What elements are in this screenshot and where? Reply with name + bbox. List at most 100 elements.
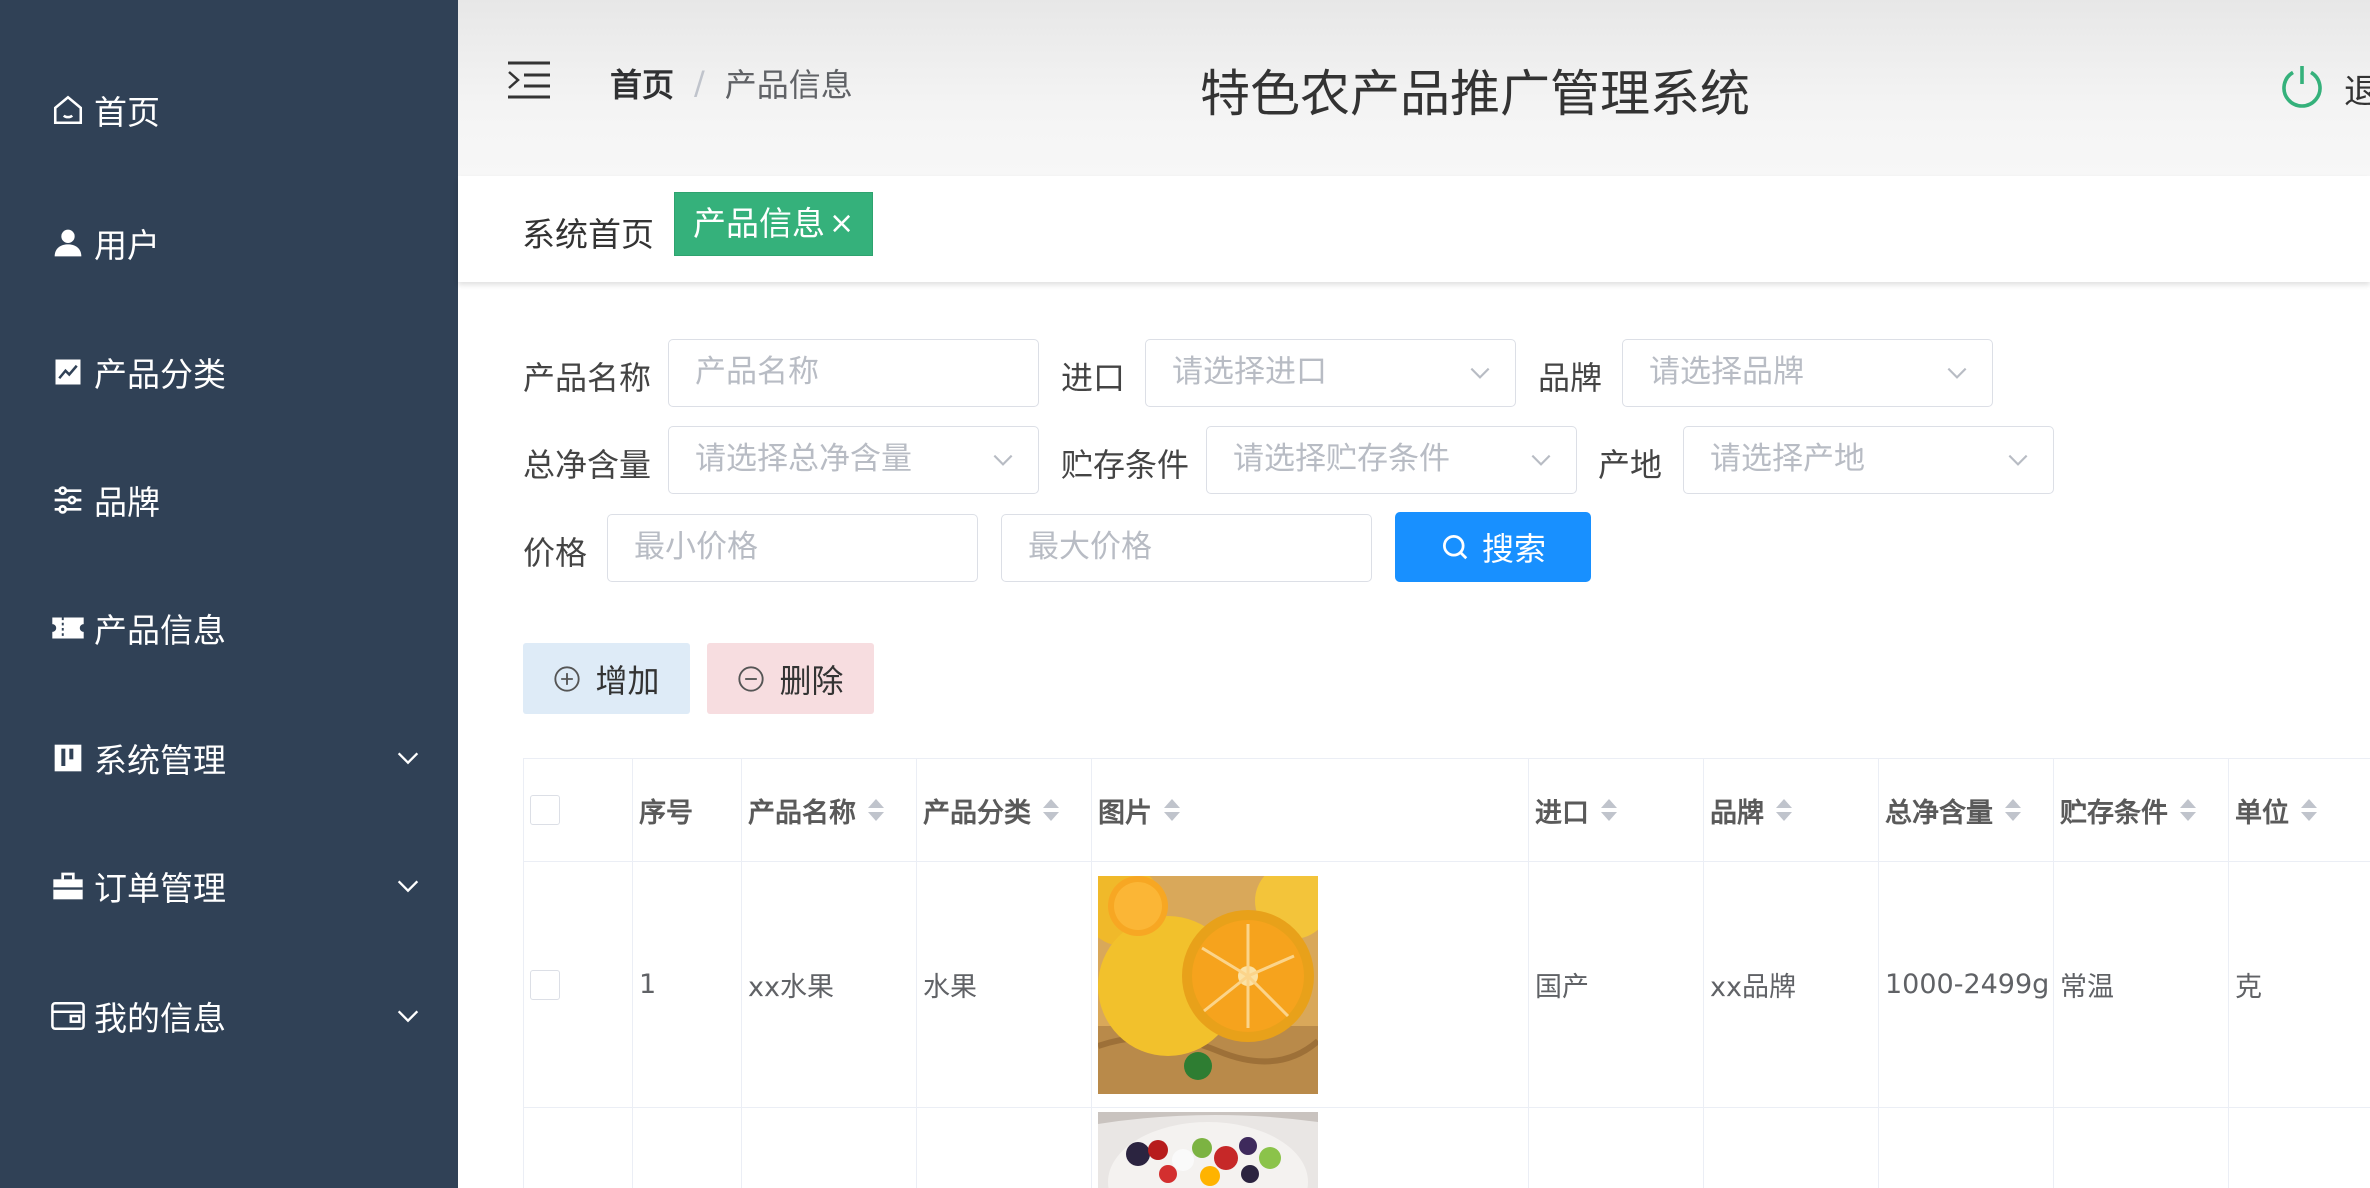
column-header-label: 产品名称: [748, 797, 856, 829]
power-icon[interactable]: [2278, 62, 2326, 110]
sort-icon[interactable]: [2005, 799, 2021, 821]
chevron-down-icon: [397, 880, 419, 893]
minus-circle-icon: [738, 665, 765, 692]
sidebar: 首页 用户 产品分类 品牌 产品信息 系统管理 订单管理 我的信息: [0, 0, 458, 1188]
sort-icon[interactable]: [1043, 799, 1059, 821]
breadcrumb-current: 产品信息: [724, 66, 853, 104]
sidebar-item-brand[interactable]: 品牌: [0, 470, 458, 530]
search-icon: [1442, 535, 1468, 560]
user-icon: [50, 225, 86, 261]
breadcrumb: 首页 / 产品信息: [610, 60, 853, 106]
column-header-net-content[interactable]: 总净含量: [1879, 759, 2054, 861]
column-header-label: 贮存条件: [2060, 797, 2168, 829]
delete-button[interactable]: 删除: [707, 643, 874, 714]
plus-circle-icon: [554, 665, 581, 692]
sidebar-item-label: 我的信息: [94, 999, 226, 1038]
placeholder-text: 请选择品牌: [1649, 354, 1804, 390]
product-table: 序号 产品名称 产品分类 图片 进口 品牌 总净含量 贮存条件 单位 1 xx水…: [523, 758, 2370, 1188]
column-header-import[interactable]: 进口: [1529, 759, 1704, 861]
sidebar-item-my-info[interactable]: 我的信息: [0, 986, 458, 1046]
sliders-icon: [50, 482, 86, 518]
add-button[interactable]: 增加: [523, 643, 690, 714]
sidebar-item-label: 品牌: [94, 483, 160, 522]
chevron-down-icon: [993, 454, 1013, 466]
cell-brand: xx品牌: [1704, 862, 1879, 1107]
cell-import: 国产: [1529, 862, 1704, 1107]
column-header-label: 品牌: [1710, 797, 1764, 829]
sidebar-item-users[interactable]: 用户: [0, 213, 458, 273]
storage-select[interactable]: 请选择贮存条件: [1206, 426, 1577, 494]
table-row[interactable]: 1 xx水果 水果 国产 xx品牌 1000-2499g 常温 克: [524, 862, 2370, 1108]
chevron-down-icon: [1470, 367, 1490, 379]
row-select-cell: [524, 1108, 633, 1188]
net-content-select[interactable]: 请选择总净含量: [668, 426, 1039, 494]
sort-icon[interactable]: [868, 799, 884, 821]
table-row[interactable]: [524, 1108, 2370, 1188]
max-price-input[interactable]: 最大价格: [1001, 514, 1372, 582]
breadcrumb-home[interactable]: 首页: [610, 60, 674, 106]
column-header-image[interactable]: 图片: [1092, 759, 1529, 861]
home-icon: [50, 92, 86, 128]
column-header-label: 图片: [1098, 797, 1152, 829]
search-button[interactable]: 搜索: [1395, 512, 1591, 582]
product-image[interactable]: [1098, 875, 1318, 1094]
logout-button[interactable]: 退: [2344, 64, 2370, 113]
sidebar-item-system-management[interactable]: 系统管理: [0, 728, 458, 788]
wallet-icon: [50, 998, 86, 1034]
cell-import: [1529, 1108, 1704, 1188]
tags-bar: 系统首页 产品信息 ×: [458, 176, 2370, 282]
cell-unit: [2229, 1108, 2370, 1188]
product-name-label: 产品名称: [523, 359, 652, 397]
brand-select[interactable]: 请选择品牌: [1622, 339, 1993, 407]
chevron-down-icon: [397, 1010, 419, 1023]
sidebar-item-home[interactable]: 首页: [0, 80, 458, 140]
column-header-label: 单位: [2235, 797, 2289, 829]
sort-icon[interactable]: [2180, 799, 2196, 821]
sidebar-item-product-info[interactable]: 产品信息: [0, 598, 458, 658]
page-title: 特色农产品推广管理系统: [1200, 65, 1750, 123]
column-header-storage[interactable]: 贮存条件: [2054, 759, 2229, 861]
price-label: 价格: [523, 534, 588, 572]
product-name-input[interactable]: 产品名称: [668, 339, 1039, 407]
column-header-index: 序号: [633, 759, 742, 861]
sidebar-item-label: 首页: [94, 93, 160, 132]
table-header-row: 序号 产品名称 产品分类 图片 进口 品牌 总净含量 贮存条件 单位: [524, 759, 2370, 862]
briefcase-icon: [50, 868, 86, 904]
column-header-unit[interactable]: 单位: [2229, 759, 2370, 861]
sort-icon[interactable]: [1164, 799, 1180, 821]
menu-toggle-icon[interactable]: [506, 60, 552, 100]
import-select[interactable]: 请选择进口: [1145, 339, 1516, 407]
tag-label: 产品信息: [693, 204, 825, 243]
min-price-input[interactable]: 最小价格: [607, 514, 978, 582]
origin-select[interactable]: 请选择产地: [1683, 426, 2054, 494]
sort-icon[interactable]: [2301, 799, 2317, 821]
close-icon[interactable]: ×: [829, 192, 854, 256]
product-image[interactable]: [1098, 1112, 1318, 1188]
tag-product-info[interactable]: 产品信息 ×: [674, 192, 874, 256]
cell-image: [1092, 862, 1529, 1107]
chevron-down-icon: [1531, 454, 1551, 466]
placeholder-text: 请选择总净含量: [695, 441, 912, 477]
select-all-checkbox[interactable]: [530, 795, 560, 825]
cell-name: [742, 1108, 917, 1188]
column-header-category[interactable]: 产品分类: [917, 759, 1092, 861]
tag-system-home[interactable]: 系统首页: [522, 204, 654, 266]
column-header-brand[interactable]: 品牌: [1704, 759, 1879, 861]
row-checkbox[interactable]: [530, 969, 560, 1000]
sidebar-item-label: 系统管理: [94, 741, 226, 780]
sort-icon[interactable]: [1776, 799, 1792, 821]
placeholder-text: 最大价格: [1028, 529, 1152, 565]
cell-brand: [1704, 1108, 1879, 1188]
column-header-name[interactable]: 产品名称: [742, 759, 917, 861]
sidebar-item-order-management[interactable]: 订单管理: [0, 856, 458, 916]
brand-label: 品牌: [1538, 359, 1603, 397]
import-label: 进口: [1061, 359, 1126, 397]
sidebar-item-label: 产品分类: [94, 355, 226, 394]
row-select-cell: [524, 862, 633, 1107]
sort-icon[interactable]: [1601, 799, 1617, 821]
net-content-label: 总净含量: [523, 446, 652, 484]
select-all-cell: [524, 759, 633, 861]
placeholder-text: 请选择进口: [1172, 354, 1327, 390]
search-button-label: 搜索: [1481, 530, 1546, 568]
sidebar-item-product-category[interactable]: 产品分类: [0, 342, 458, 402]
